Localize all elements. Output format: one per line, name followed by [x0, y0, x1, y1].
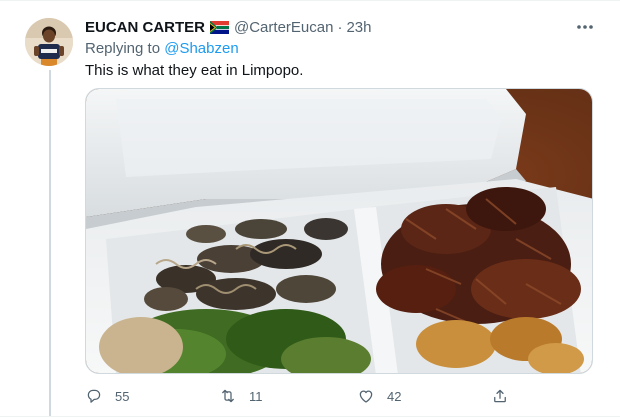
tweet-actions: 55 11 42	[85, 384, 515, 408]
tweet[interactable]: EUCAN CARTER @CarterEucan · 23h Replying…	[0, 0, 620, 418]
replying-to: Replying to @Shabzen	[85, 40, 239, 57]
thread-line	[49, 70, 51, 416]
tweet-timestamp[interactable]: 23h	[346, 19, 371, 36]
south-africa-flag-icon	[210, 20, 229, 34]
heart-icon	[359, 390, 373, 403]
bottom-divider	[0, 416, 620, 417]
reply-mention-link[interactable]: @Shabzen	[164, 40, 238, 57]
reply-prefix: Replying to	[85, 40, 161, 57]
like-button[interactable]: 42	[357, 384, 401, 408]
share-icon	[494, 389, 506, 403]
tweet-text: This is what they eat in Limpopo.	[85, 62, 304, 79]
reply-icon	[87, 389, 101, 403]
retweet-icon	[222, 389, 234, 403]
top-divider	[0, 0, 620, 1]
like-count: 42	[387, 388, 402, 404]
tweet-header: EUCAN CARTER @CarterEucan · 23h	[85, 16, 371, 38]
retweet-count: 11	[249, 388, 263, 404]
share-button[interactable]	[491, 384, 509, 408]
author-handle[interactable]: @CarterEucan	[234, 19, 333, 36]
separator-dot: ·	[337, 18, 343, 36]
avatar-image	[25, 18, 73, 66]
author-name[interactable]: EUCAN CARTER	[85, 19, 205, 36]
more-options-icon[interactable]	[572, 16, 598, 38]
avatar[interactable]	[25, 18, 73, 66]
reply-count: 55	[115, 388, 130, 404]
food-container-photo	[86, 89, 592, 373]
reply-button[interactable]: 55	[85, 384, 129, 408]
retweet-button[interactable]: 11	[219, 384, 263, 408]
tweet-photo[interactable]	[85, 88, 593, 374]
